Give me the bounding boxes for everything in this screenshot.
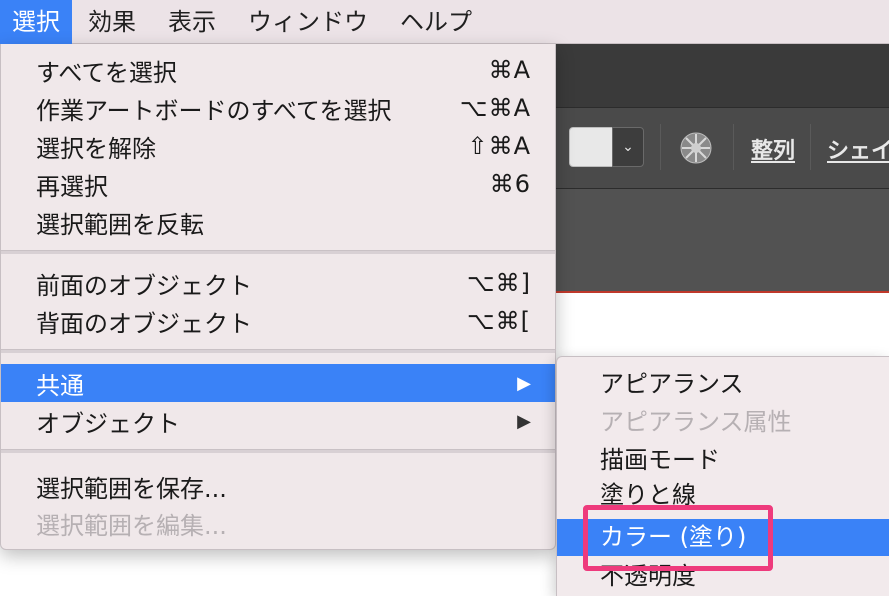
menu-item-shortcut: ⌥⌘] [466, 269, 531, 297]
menu-item-label: 選択を解除 [36, 134, 156, 163]
menu-bar: 選択 効果 表示 ウィンドウ ヘルプ [0, 0, 889, 44]
menu-item-edit-selection: 選択範囲を編集... [1, 504, 555, 542]
fill-dropdown-button[interactable]: ⌄ [612, 127, 644, 167]
menu-item-label: 選択範囲を編集... [36, 511, 227, 540]
same-submenu: アピアランス アピアランス属性 描画モード 塗りと線 カラー (塗り) 不透明度 [556, 356, 889, 596]
menu-item-next-object-above[interactable]: 前面のオブジェクト ⌥⌘] [1, 264, 555, 302]
menubar-window[interactable]: ウィンドウ [232, 0, 384, 44]
menu-separator [1, 449, 555, 453]
submenu-item-appearance[interactable]: アピアランス [557, 366, 889, 403]
menu-item-select-all[interactable]: すべてを選択 ⌘A [1, 51, 555, 89]
menu-item-label: 作業アートボードのすべてを選択 [36, 96, 392, 125]
menu-item-shortcut: ⌥⌘[ [466, 307, 531, 335]
chevron-down-icon: ⌄ [622, 139, 634, 155]
submenu-arrow-icon: ▶ [517, 410, 531, 432]
menu-item-deselect[interactable]: 選択を解除 ⇧⌘A [1, 127, 555, 165]
menu-item-same[interactable]: 共通 ▶ [1, 364, 555, 402]
menu-item-save-selection[interactable]: 選択範囲を保存... [1, 467, 555, 505]
toolbar-divider [810, 124, 811, 170]
align-button[interactable]: 整列 [751, 133, 795, 165]
menu-item-shortcut: ⇧⌘A [467, 132, 531, 160]
submenu-arrow-icon: ▶ [517, 372, 531, 394]
menubar-select[interactable]: 選択 [0, 0, 72, 44]
menu-item-label: 前面のオブジェクト [36, 271, 252, 300]
menu-item-shortcut: ⌘A [488, 56, 531, 84]
menu-item-inverse[interactable]: 選択範囲を反転 [1, 203, 555, 241]
menu-item-select-all-artboard[interactable]: 作業アートボードのすべてを選択 ⌥⌘A [1, 89, 555, 127]
menubar-help[interactable]: ヘルプ [384, 0, 488, 44]
menu-separator [1, 349, 555, 353]
menu-item-label: 選択範囲を保存... [36, 474, 227, 503]
menubar-view[interactable]: 表示 [152, 0, 232, 44]
menubar-effect[interactable]: 効果 [72, 0, 152, 44]
submenu-item-fill-and-stroke[interactable]: 塗りと線 [557, 477, 889, 514]
menu-item-reselect[interactable]: 再選択 ⌘6 [1, 165, 555, 203]
menu-item-label: 共通 [36, 371, 84, 400]
menu-item-next-object-below[interactable]: 背面のオブジェクト ⌥⌘[ [1, 302, 555, 340]
submenu-item-fill-color[interactable]: カラー (塗り) [557, 519, 889, 556]
menu-item-object[interactable]: オブジェクト ▶ [1, 402, 555, 440]
submenu-item-appearance-attribute: アピアランス属性 [600, 408, 792, 436]
color-wheel-icon[interactable] [680, 132, 712, 164]
menu-item-label: すべてを選択 [36, 58, 177, 87]
select-menu-dropdown: すべてを選択 ⌘A 作業アートボードのすべてを選択 ⌥⌘A 選択を解除 ⇧⌘A … [0, 44, 556, 550]
menu-item-label: オブジェクト [36, 409, 180, 438]
menu-item-shortcut: ⌘6 [489, 170, 531, 198]
menu-separator [1, 250, 555, 254]
menu-item-label: 再選択 [36, 172, 108, 201]
fill-color-swatch[interactable] [569, 127, 613, 167]
menu-item-shortcut: ⌥⌘A [459, 94, 531, 122]
menu-item-label: 背面のオブジェクト [36, 309, 252, 338]
menu-item-label: 選択範囲を反転 [36, 210, 204, 239]
shape-button[interactable]: シェイ [827, 133, 889, 165]
submenu-item-opacity[interactable]: 不透明度 [557, 558, 889, 595]
toolbar-divider [733, 124, 734, 170]
toolbar-divider [660, 124, 661, 170]
submenu-item-blending-mode[interactable]: 描画モード [557, 442, 889, 479]
